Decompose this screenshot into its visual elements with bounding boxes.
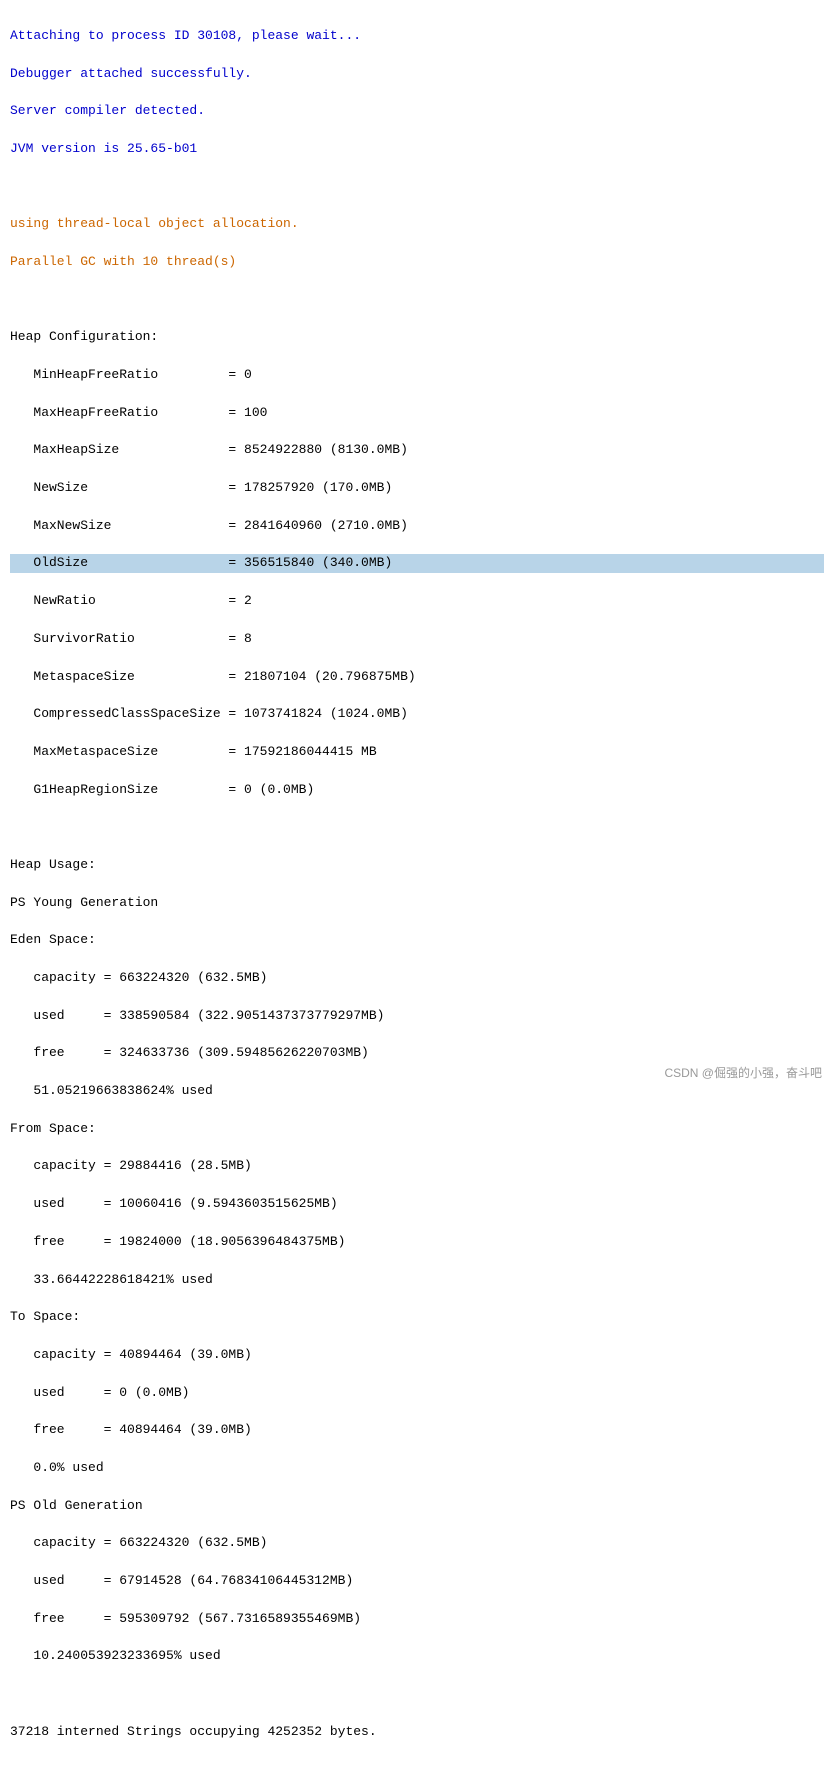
terminal-line-4: ​ xyxy=(10,178,824,197)
terminal-line-35: capacity = 40894464 (39.0MB) xyxy=(10,1346,824,1365)
terminal-line-27: free = 324633736 (309.5948562622070​3MB) xyxy=(10,1044,824,1063)
terminal-line-20: G1HeapRegionSize = 0 (0.0MB) xyxy=(10,781,824,800)
terminal-line-34: To Space: xyxy=(10,1308,824,1327)
terminal-line-28: 51.05219663838624% used xyxy=(10,1082,824,1101)
terminal-line-13: MaxNewSize = 2841640960 (2710.0MB) xyxy=(10,517,824,536)
terminal-line-41: used = 67914528 (64.76834106445312MB) xyxy=(10,1572,824,1591)
terminal-line-43: 10.240053923233695% used xyxy=(10,1647,824,1666)
terminal-line-36: used = 0 (0.0MB) xyxy=(10,1384,824,1403)
terminal-line-25: capacity = 663224320 (632.5MB) xyxy=(10,969,824,988)
terminal-line-30: capacity = 29884416 (28.5MB) xyxy=(10,1157,824,1176)
terminal-line-32: free = 19824000 (18.90563964843​75MB) xyxy=(10,1233,824,1252)
terminal-line-42: free = 595309792 (567.7316589355469MB) xyxy=(10,1610,824,1629)
terminal-line-37: free = 40894464 (39.0MB) xyxy=(10,1421,824,1440)
terminal-line-38: 0.0% used xyxy=(10,1459,824,1478)
terminal-line-22: Heap Usage: xyxy=(10,856,824,875)
terminal-line-10: MaxHeapFreeRatio = 100 xyxy=(10,404,824,423)
terminal-line-0: Attaching to process ID 30108, please wa… xyxy=(10,27,824,46)
terminal-line-5: using thread-local object allocation. xyxy=(10,215,824,234)
terminal-line-29: From Space: xyxy=(10,1120,824,1139)
terminal-line-12: NewSize = 178257920 (170.0MB) xyxy=(10,479,824,498)
terminal-line-40: capacity = 663224320 (632.5MB) xyxy=(10,1534,824,1553)
terminal-line-26: used = 338590584 (322.9051437373779297MB… xyxy=(10,1007,824,1026)
terminal-line-15: NewRatio = 2 xyxy=(10,592,824,611)
terminal-line-6: Parallel GC with 10 thread(s) xyxy=(10,253,824,272)
terminal-line-17: MetaspaceSize = 21807104 (20.796875MB) xyxy=(10,668,824,687)
terminal-line-11: MaxHeapSize = 8524922880 (8130.0MB) xyxy=(10,441,824,460)
terminal-line-31: used = 10060416 (9.594360351562​5MB) xyxy=(10,1195,824,1214)
terminal-line-3: JVM version is 25.65-b01 xyxy=(10,140,824,159)
terminal-line-1: Debugger attached successfully. xyxy=(10,65,824,84)
terminal-line-2: Server compiler detected. xyxy=(10,102,824,121)
terminal-line-18: CompressedClassSpaceSize = 1073741824 (1… xyxy=(10,705,824,724)
terminal-line-21: ​ xyxy=(10,818,824,837)
terminal-line-14: OldSize = 356515840 (340.0MB) xyxy=(10,554,824,573)
terminal-line-19: MaxMetaspaceSize = 17592186044415 MB xyxy=(10,743,824,762)
terminal-line-8: Heap Configuration: xyxy=(10,328,824,347)
terminal-line-33: 33.66442228618421% used xyxy=(10,1271,824,1290)
terminal-line-24: Eden Space: xyxy=(10,931,824,950)
terminal-output: Attaching to process ID 30108, please wa… xyxy=(10,8,824,1760)
terminal-line-9: MinHeapFreeRatio = 0 xyxy=(10,366,824,385)
terminal-line-23: PS Young Generation xyxy=(10,894,824,913)
watermark-text: CSDN @倔强的小强，奋斗吧 xyxy=(664,1064,822,1081)
terminal-line-39: PS Old Generation xyxy=(10,1497,824,1516)
terminal-line-7: ​ xyxy=(10,291,824,310)
terminal-line-45: 37218 interned Strings occupying 4252352… xyxy=(10,1723,824,1742)
terminal-line-16: SurvivorRatio = 8 xyxy=(10,630,824,649)
terminal-line-44: ​ xyxy=(10,1685,824,1704)
